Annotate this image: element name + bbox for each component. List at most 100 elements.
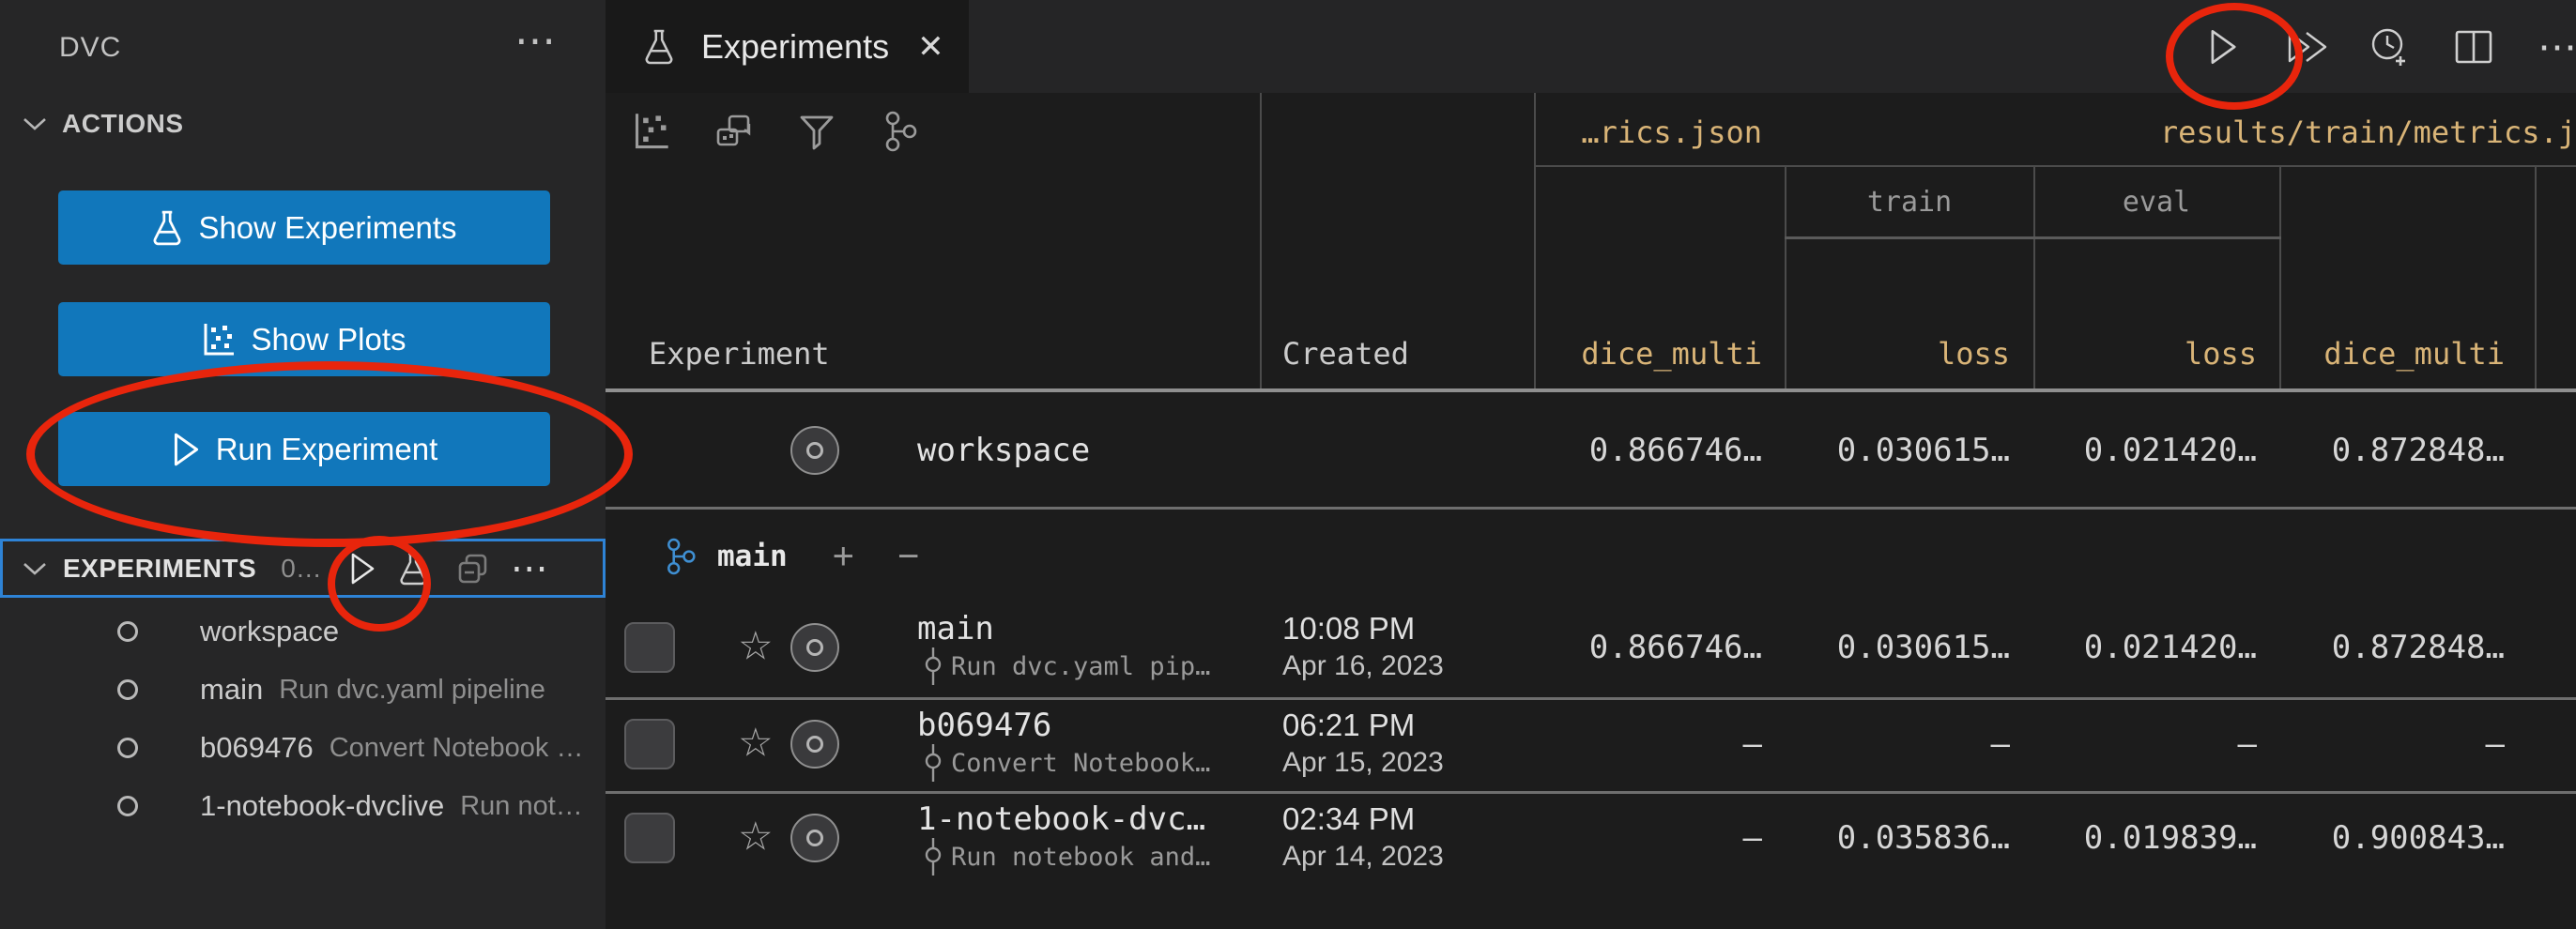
run-experiment-icon-button[interactable] bbox=[337, 543, 388, 594]
metric-value: 0.019839… bbox=[2084, 819, 2257, 857]
experiments-count: 0… bbox=[281, 554, 322, 584]
show-experiments-icon-button[interactable] bbox=[388, 543, 438, 594]
sidebar-more-icon[interactable]: ⋯ bbox=[514, 21, 556, 62]
run-icon-button[interactable] bbox=[2197, 21, 2249, 73]
git-branch-icon-button[interactable] bbox=[873, 105, 926, 158]
eval-subgroup-header[interactable]: eval bbox=[2123, 186, 2190, 219]
experiments-section-header[interactable]: EXPERIMENTS 0… ⋯ bbox=[0, 539, 606, 598]
train-subgroup-header[interactable]: train bbox=[1867, 186, 1952, 219]
row-checkbox[interactable] bbox=[624, 813, 675, 863]
split-editor-icon-button[interactable] bbox=[2447, 21, 2500, 73]
columns-reorder-icon-button[interactable] bbox=[708, 105, 760, 158]
metric-value: – bbox=[1991, 725, 2010, 763]
column-divider[interactable] bbox=[1785, 165, 1786, 389]
close-icon[interactable]: ✕ bbox=[917, 28, 944, 66]
created-date: Apr 16, 2023 bbox=[1282, 650, 1444, 682]
train-metrics-group-header[interactable]: results/train/metrics.j bbox=[2160, 114, 2576, 150]
editor-more-icon[interactable]: ⋯ bbox=[2531, 21, 2576, 73]
train-loss-column-header[interactable]: loss bbox=[1938, 336, 2010, 372]
chevron-down-icon bbox=[23, 561, 47, 576]
tab-experiments[interactable]: Experiments ✕ bbox=[606, 0, 969, 93]
experiment-desc: Run dvc.yaml pip… bbox=[925, 647, 1210, 685]
sidebar-item-b069476[interactable]: b069476 Convert Notebook … bbox=[0, 719, 606, 777]
sidebar: DVC ⋯ ACTIONS Show Experiments bbox=[0, 0, 606, 929]
bullet-circle-icon bbox=[790, 814, 839, 862]
experiments-section-label: EXPERIMENTS bbox=[63, 554, 256, 584]
header-bottom-border bbox=[606, 388, 2576, 392]
row-divider bbox=[606, 791, 2576, 794]
metric-value: 0.021420… bbox=[2084, 432, 2257, 469]
sidebar-item-name: b069476 bbox=[200, 731, 314, 765]
queue-clock-plus-icon-button[interactable] bbox=[2364, 21, 2416, 73]
run-experiment-button[interactable]: Run Experiment bbox=[58, 412, 550, 486]
metric-value: 0.872848… bbox=[2332, 629, 2505, 666]
sidebar-item-desc: Run not… bbox=[460, 791, 583, 822]
filter-icon-button[interactable] bbox=[790, 105, 843, 158]
created-time: 10:08 PM bbox=[1282, 611, 1415, 647]
chevron-down-icon bbox=[23, 116, 47, 131]
row-divider bbox=[606, 507, 2576, 510]
eval-dice-multi-column-header[interactable]: dice_multi bbox=[2323, 336, 2505, 372]
experiment-desc-text: Convert Notebook… bbox=[951, 749, 1210, 778]
show-plots-button[interactable]: Show Plots bbox=[58, 302, 550, 376]
star-icon[interactable]: ☆ bbox=[738, 723, 774, 762]
experiment-name: 1-notebook-dvc… bbox=[917, 800, 1205, 838]
created-column-header[interactable]: Created bbox=[1282, 336, 1409, 372]
show-experiments-button[interactable]: Show Experiments bbox=[58, 190, 550, 265]
sidebar-item-name: main bbox=[200, 673, 263, 707]
run-all-icon-button[interactable] bbox=[2280, 21, 2333, 73]
show-experiments-label: Show Experiments bbox=[198, 210, 456, 246]
column-divider[interactable] bbox=[2279, 165, 2281, 389]
column-divider[interactable] bbox=[1260, 93, 1262, 389]
add-icon-button[interactable]: + bbox=[833, 536, 854, 578]
bullet-circle-icon bbox=[790, 623, 839, 672]
actions-section-label: ACTIONS bbox=[62, 109, 184, 139]
column-divider[interactable] bbox=[2033, 165, 2035, 389]
show-plots-label: Show Plots bbox=[251, 322, 406, 358]
bullet-circle-icon bbox=[117, 738, 138, 758]
experiment-column-header[interactable]: Experiment bbox=[649, 336, 830, 372]
remove-icon-button[interactable]: − bbox=[897, 536, 919, 578]
row-checkbox[interactable] bbox=[624, 719, 675, 769]
metric-value: – bbox=[2486, 725, 2505, 763]
tab-label: Experiments bbox=[701, 27, 889, 67]
copy-icon-button[interactable] bbox=[448, 543, 498, 594]
created-time: 06:21 PM bbox=[1282, 708, 1415, 743]
sidebar-item-name: workspace bbox=[200, 615, 339, 648]
commit-icon bbox=[925, 647, 942, 685]
editor-actions: ⋯ bbox=[2197, 0, 2576, 93]
metric-value: – bbox=[1743, 725, 1762, 763]
star-icon[interactable]: ☆ bbox=[738, 626, 774, 665]
eval-loss-column-header[interactable]: loss bbox=[2185, 336, 2257, 372]
bullet-circle-icon bbox=[790, 426, 839, 475]
bullet-circle-icon bbox=[790, 720, 839, 769]
row-checkbox[interactable] bbox=[624, 622, 675, 673]
star-icon[interactable]: ☆ bbox=[738, 816, 774, 856]
dice-multi-column-header[interactable]: dice_multi bbox=[1581, 336, 1762, 372]
sidebar-item-1-notebook-dvclive[interactable]: 1-notebook-dvclive Run not… bbox=[0, 777, 606, 835]
sidebar-item-desc: Run dvc.yaml pipeline bbox=[279, 675, 545, 706]
experiment-name: main bbox=[917, 610, 994, 647]
experiment-desc-text: Run dvc.yaml pip… bbox=[951, 652, 1210, 681]
metric-value: 0.035836… bbox=[1837, 819, 2010, 857]
plots-icon-button[interactable] bbox=[625, 105, 678, 158]
commit-icon bbox=[925, 744, 942, 782]
header-row-divider bbox=[1785, 236, 2281, 239]
metric-value: 0.866746… bbox=[1589, 629, 1762, 666]
metrics-json-group-header[interactable]: …rics.json bbox=[1581, 114, 1762, 150]
sidebar-item-workspace[interactable]: workspace bbox=[0, 602, 606, 661]
experiments-more-icon[interactable]: ⋯ bbox=[504, 543, 555, 594]
actions-section-header[interactable]: ACTIONS bbox=[23, 109, 184, 139]
scatter-plot-icon bbox=[202, 322, 236, 358]
column-divider[interactable] bbox=[1534, 93, 1536, 389]
column-divider[interactable] bbox=[2535, 165, 2537, 389]
created-date: Apr 14, 2023 bbox=[1282, 841, 1444, 873]
created-date: Apr 15, 2023 bbox=[1282, 747, 1444, 779]
created-time: 02:34 PM bbox=[1282, 801, 1415, 837]
experiment-desc: Convert Notebook… bbox=[925, 744, 1210, 782]
experiment-desc: Run notebook and… bbox=[925, 838, 1210, 876]
table-toolbar bbox=[625, 105, 926, 158]
metric-value: 0.021420… bbox=[2084, 629, 2257, 666]
sidebar-item-main[interactable]: main Run dvc.yaml pipeline bbox=[0, 661, 606, 719]
metric-value: 0.030615… bbox=[1837, 432, 2010, 469]
